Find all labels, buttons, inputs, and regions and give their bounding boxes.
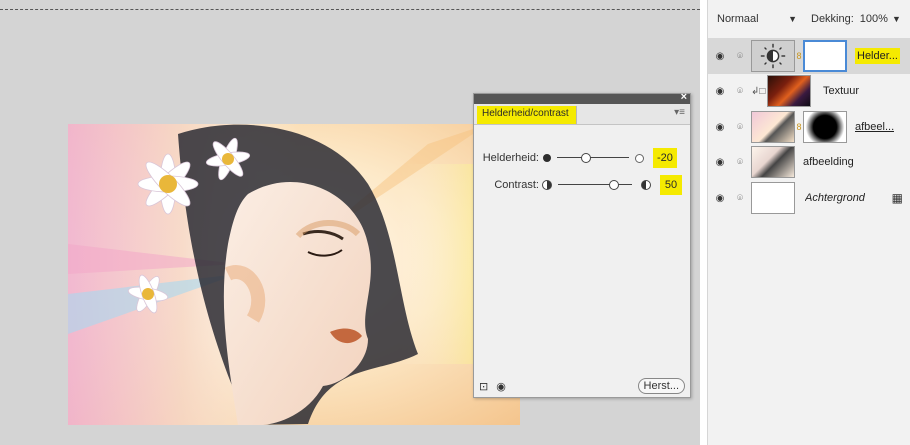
contrast-slider[interactable] [558,180,632,190]
layer-name[interactable]: Textuur [823,85,859,97]
link-icon[interactable]: ⌾ [735,86,745,97]
brightness-adjustment-icon[interactable] [751,40,795,72]
panel-tab-bar: Helderheid/contrast ▾≡ [474,104,690,125]
brightness-row: Helderheid: -20 [474,146,677,170]
link-icon[interactable]: ⌾ [735,51,745,62]
layer-name[interactable]: Helder... [855,48,900,64]
blend-mode-value: Normaal [717,13,759,25]
mask-link-icon[interactable]: 8 [796,122,802,132]
link-icon[interactable]: ⌾ [735,193,745,204]
light-sun-icon [635,153,644,163]
brightness-value-field[interactable]: -20 [653,148,677,168]
texture-thumbnail[interactable] [767,75,811,107]
portrait-illustration [68,124,520,425]
portrait-thumbnail[interactable] [751,111,795,143]
tab-brightness-contrast[interactable]: Helderheid/contrast [477,106,577,124]
layer-name[interactable]: afbeel... [855,121,894,133]
brightness-slider-thumb[interactable] [580,153,591,163]
link-icon[interactable]: ⌾ [735,157,745,168]
portrait-thumbnail[interactable] [751,146,795,178]
contrast-value-field[interactable]: 50 [660,175,682,195]
low-contrast-icon [542,180,552,190]
eye-icon[interactable]: ◉ [496,380,506,393]
reset-button[interactable]: Herst... [637,378,685,394]
dark-sun-icon [543,154,551,162]
layer-mask-thumbnail[interactable] [803,40,847,72]
visibility-eye-icon[interactable]: ◉ [714,122,726,133]
visibility-eye-icon[interactable]: ◉ [714,193,726,204]
layer-name[interactable]: afbeelding [803,156,854,168]
layers-header: Normaal ▼ Dekking: 100% ▼ [708,0,910,38]
opacity-value: 100% [859,13,888,25]
layer-row-afbeel[interactable]: ◉ ⌾ 8 afbeel... [708,109,910,145]
blend-mode-dropdown[interactable]: Normaal ▼ [717,13,805,25]
layer-name[interactable]: Achtergrond [805,192,865,204]
panel-menu-icon[interactable]: ▾≡ [674,107,685,118]
contrast-slider-thumb[interactable] [608,180,619,190]
panel-footer: ⊡ ◉ Herst... [474,375,690,397]
lock-icon[interactable]: ▦ [892,191,903,205]
chevron-down-icon: ▼ [891,14,901,24]
layer-row-texture[interactable]: ◉ ⌾ ↲□ Textuur [708,73,910,109]
mask-link-icon[interactable]: 8 [796,51,802,61]
layer-mask-thumbnail[interactable] [803,111,847,143]
visibility-eye-icon[interactable]: ◉ [714,51,726,62]
clipping-mask-icon: ↲□ [751,85,766,97]
adjustment-properties-panel: × Helderheid/contrast ▾≡ Helderheid: -20… [473,91,691,398]
high-contrast-icon [641,180,651,190]
layers-panel: Normaal ▼ Dekking: 100% ▼ ◉ ⌾ 8 Helder..… [707,0,910,445]
contrast-row: Contrast: 50 [474,173,682,197]
chevron-down-icon: ▼ [788,14,797,24]
visibility-eye-icon[interactable]: ◉ [714,157,726,168]
contrast-label: Contrast: [494,179,539,191]
layer-row-brightness[interactable]: ◉ ⌾ 8 Helder... [708,38,910,74]
layer-row-afbeelding[interactable]: ◉ ⌾ afbeelding [708,144,910,180]
brightness-slider[interactable] [557,153,629,163]
opacity-dropdown[interactable]: 100% ▼ [860,13,901,25]
brightness-label: Helderheid: [482,152,539,164]
close-icon[interactable]: × [681,91,687,103]
white-thumbnail[interactable] [751,182,795,214]
layer-row-background[interactable]: ◉ ⌾ Achtergrond ▦ [708,180,910,216]
visibility-eye-icon[interactable]: ◉ [714,86,726,97]
panel-title-bar[interactable]: × [474,91,690,104]
canvas-artwork[interactable] [68,124,520,425]
clip-to-layer-icon[interactable]: ⊡ [479,380,488,393]
workspace-top-edge [0,9,700,10]
opacity-label: Dekking: [811,13,854,25]
link-icon[interactable]: ⌾ [735,122,745,133]
